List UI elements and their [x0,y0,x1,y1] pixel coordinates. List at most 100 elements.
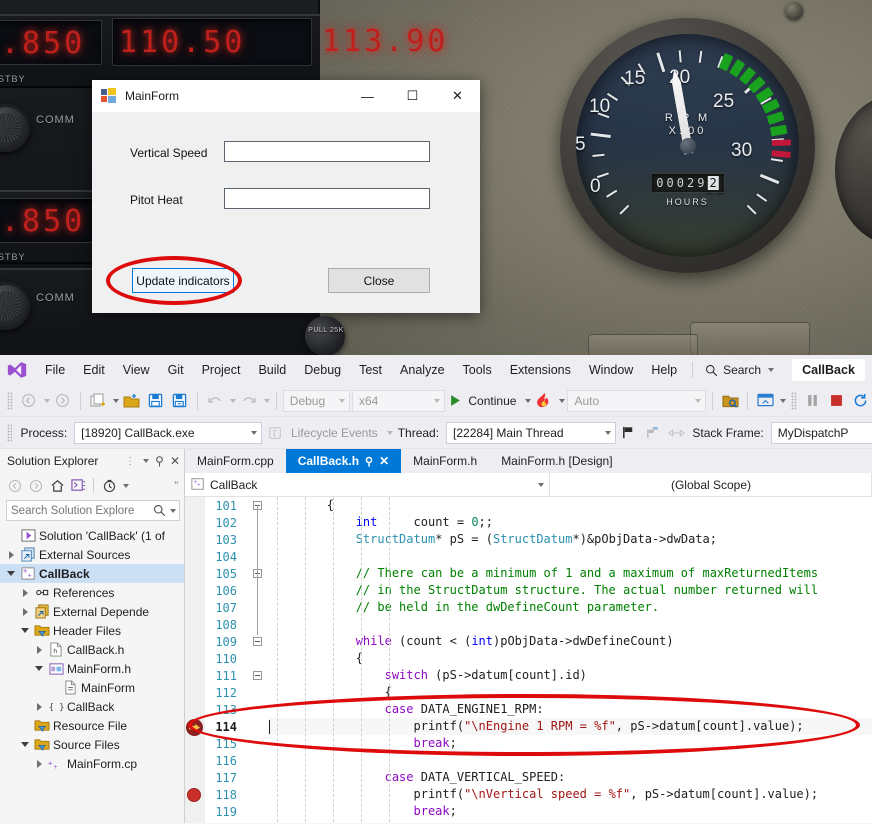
open-file-icon[interactable] [121,389,143,413]
vertical-speed-input[interactable] [224,141,430,162]
navigate-backward-icon[interactable] [18,389,40,413]
member-scope-combo[interactable]: (Global Scope) [550,473,872,497]
pin-icon[interactable]: ⚲ [155,454,164,468]
home-icon[interactable] [48,477,66,495]
tree-node-header-files[interactable]: Header Files [0,621,184,640]
menu-item-analyze[interactable]: Analyze [391,355,453,385]
expand-arrow-icon[interactable] [20,587,31,598]
se-overflow-icon[interactable]: ” [174,480,178,492]
hot-reload-icon[interactable] [533,389,555,413]
overflow-dots-icon[interactable]: ⋮ [125,456,135,467]
chevron-down-icon[interactable] [251,431,257,435]
navigate-backward-dropdown-icon[interactable] [44,399,50,403]
chevron-down-icon[interactable] [538,483,544,487]
continue-play-icon[interactable] [447,389,464,413]
menu-item-extensions[interactable]: Extensions [501,355,580,385]
chevron-down-icon[interactable] [605,431,611,435]
menu-item-tools[interactable]: Tools [454,355,501,385]
redo-icon[interactable] [238,389,260,413]
collapse-arrow-icon[interactable] [20,625,31,636]
code-line[interactable]: printf("\nVertical speed = %f", pS->datu… [269,788,872,801]
project-scope-combo[interactable]: ++ CallBack [185,473,550,497]
editor-tab-callback-h[interactable]: CallBack.h⚲✕ [286,449,401,473]
expand-arrow-icon[interactable] [6,549,17,560]
undo-dropdown-icon[interactable] [230,399,236,403]
tree-node-source-files[interactable]: Source Files [0,735,184,754]
tree-node-callback-h[interactable]: hCallBack.h [0,640,184,659]
code-line[interactable]: switch (pS->datum[count].id) [269,669,872,682]
pull-control-knob[interactable] [305,316,345,355]
code-line[interactable]: // be held in the dwDefineCount paramete… [269,601,872,614]
attach-to-process-icon[interactable] [719,389,741,413]
expand-arrow-icon[interactable] [34,644,45,655]
menu-item-edit[interactable]: Edit [74,355,114,385]
code-line[interactable]: { [269,499,872,512]
stop-debugging-icon[interactable] [826,389,848,413]
code-line[interactable]: // in the StructDatum structure. The act… [269,584,872,597]
toolbar-grip-3[interactable] [7,424,12,442]
editor-tab-mainform-cpp[interactable]: MainForm.cpp [185,449,286,473]
redo-dropdown-icon[interactable] [264,399,270,403]
tree-node-mainform-cp[interactable]: ++MainForm.cp [0,754,184,773]
menu-item-project[interactable]: Project [193,355,250,385]
menu-item-git[interactable]: Git [159,355,193,385]
chevron-down-icon[interactable] [434,399,440,403]
tree-node-callback[interactable]: ++CallBack [0,564,184,583]
chevron-down-icon[interactable] [695,399,701,403]
code-line[interactable]: break; [269,737,872,750]
window-layout-icon[interactable] [754,389,776,413]
continue-dropdown-icon[interactable] [525,399,531,403]
process-combo[interactable]: [18920] CallBack.exe [74,422,262,444]
code-line[interactable]: while (count < (int)pObjData->dwDefineCo… [269,635,872,648]
restart-icon[interactable] [850,389,872,413]
expand-arrow-icon[interactable] [20,606,31,617]
code-line[interactable]: case DATA_ENGINE1_RPM: [269,703,872,716]
toolbar-grip[interactable] [7,392,13,410]
minimize-button[interactable]: — [345,80,390,113]
tree-node-references[interactable]: References [0,583,184,602]
close-window-button[interactable]: ✕ [435,80,480,113]
code-line[interactable]: case DATA_VERTICAL_SPEED: [269,771,872,784]
thread-combo[interactable]: [22284] Main Thread [446,422,616,444]
solution-config-combo[interactable]: Debug [283,390,350,412]
menu-item-build[interactable]: Build [249,355,295,385]
breakpoint-gutter[interactable] [185,497,205,823]
code-line[interactable]: break; [269,805,872,818]
new-project-icon[interactable] [87,389,109,413]
menu-item-view[interactable]: View [114,355,159,385]
pitot-heat-input[interactable] [224,188,430,209]
search-options-dropdown-icon[interactable] [170,509,176,513]
update-indicators-button[interactable]: Update indicators [132,268,234,293]
collapse-arrow-icon[interactable] [34,663,45,674]
collapse-region-icon[interactable] [253,671,262,680]
solution-platform-combo[interactable]: x64 [352,390,445,412]
expand-arrow-icon[interactable] [34,758,45,769]
close-button[interactable]: Close [328,268,430,293]
breakpoint-icon[interactable] [187,788,201,802]
back-icon[interactable] [6,477,24,495]
code-line[interactable]: printf("\nEngine 1 RPM = %f", pS->datum[… [269,720,872,733]
save-all-icon[interactable] [169,389,191,413]
editor-tab-mainform-h[interactable]: MainForm.h [401,449,489,473]
panel-menu-icon[interactable] [143,459,149,463]
collapse-arrow-icon[interactable] [6,568,17,579]
continue-label[interactable]: Continue [468,394,516,408]
save-icon[interactable] [145,389,167,413]
tree-node-mainform-h[interactable]: MainForm.h [0,659,184,678]
code-line[interactable]: StructDatum* pS = (StructDatum*)&pObjDat… [269,533,872,546]
code-line[interactable]: { [269,686,872,699]
search-box[interactable]: Search [699,363,780,377]
search-solution-explorer-input[interactable] [11,505,151,517]
chevron-down-icon[interactable] [339,399,345,403]
close-tab-icon[interactable]: ✕ [379,454,389,468]
new-project-dropdown-icon[interactable] [113,399,119,403]
mainform-dialog[interactable]: MainForm — ☐ ✕ Vertical Speed Pitot Heat… [92,80,480,313]
chevron-down-icon[interactable] [768,368,774,372]
editor-tab-mainform-h-design[interactable]: MainForm.h [Design] [489,449,624,473]
break-all-icon[interactable] [802,389,824,413]
mainform-titlebar[interactable]: MainForm — ☐ ✕ [92,80,480,113]
code-line[interactable]: { [269,652,872,665]
stack-frame-combo[interactable]: MyDispatchP [771,422,872,444]
expand-arrow-icon[interactable] [34,701,45,712]
menu-item-help[interactable]: Help [642,355,686,385]
